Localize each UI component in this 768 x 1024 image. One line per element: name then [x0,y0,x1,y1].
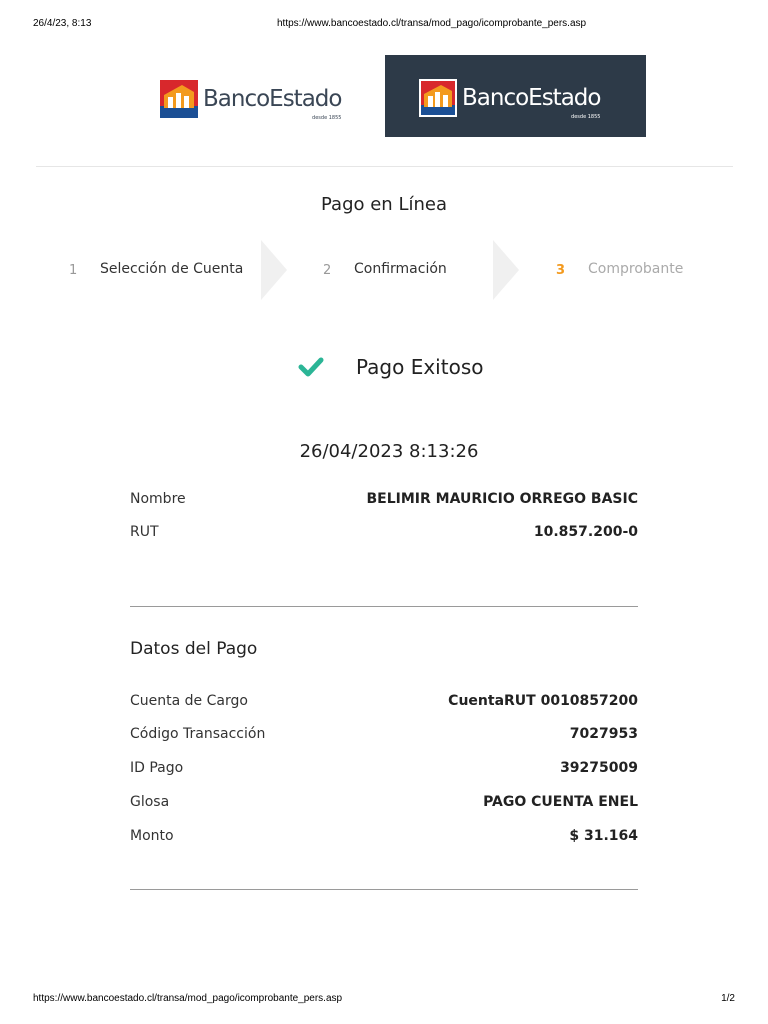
step-number: 1 [69,263,78,278]
client-name-label: Nombre [130,491,186,507]
payment-row-label: Monto [130,828,174,844]
section-divider [130,606,638,607]
payment-row-value: CuentaRUT 0010857200 [448,693,638,709]
brand-tagline: desde 1855 [312,115,342,121]
step-number: 2 [323,263,332,278]
print-url: https://www.bancoestado.cl/transa/mod_pa… [277,18,587,29]
print-page-number: 1/2 [721,993,735,1004]
payment-row-label: Glosa [130,794,170,810]
status-text: Pago Exitoso [356,355,484,379]
payment-row-value: 39275009 [560,760,638,776]
header-divider [36,166,733,167]
bancoestado-logo-light: BancoEstado desde 1855 [160,78,342,121]
client-rut-value: 10.857.200-0 [533,524,638,540]
page-title: Pago en Línea [321,194,447,215]
bancoestado-emblem-icon [419,79,457,117]
step-label: Selección de Cuenta [100,261,244,277]
section-divider [130,889,638,890]
payment-row-label: ID Pago [130,760,184,776]
brand-name: BancoEstado [462,85,601,111]
bancoestado-logo-dark: BancoEstado desde 1855 [419,77,601,120]
transaction-timestamp: 26/04/2023 8:13:26 [299,441,479,462]
brand-tagline: desde 1855 [571,114,601,120]
step-arrow-icon [493,240,519,300]
payment-row-label: Cuenta de Cargo [130,693,248,709]
brand-name: BancoEstado [203,86,342,112]
payment-section-title: Datos del Pago [130,639,258,659]
payment-row-value: PAGO CUENTA ENEL [483,794,638,810]
bancoestado-emblem-icon [160,80,198,118]
print-footer-url: https://www.bancoestado.cl/transa/mod_pa… [33,993,343,1004]
client-name-value: BELIMIR MAURICIO ORREGO BASIC [366,491,638,507]
payment-row-value: $ 31.164 [569,828,638,844]
step-number-active: 3 [556,263,566,278]
check-icon [298,357,324,377]
payment-row-value: 7027953 [569,726,638,742]
stepper: 1 Selección de Cuenta 2 Confirmación 3 C… [0,238,768,300]
client-rut-label: RUT [130,524,159,540]
step-label: Confirmación [354,261,447,277]
print-datetime: 26/4/23, 8:13 [33,18,92,29]
step-label-active: Comprobante [588,261,684,277]
payment-row-label: Código Transacción [130,726,266,742]
step-arrow-icon [261,240,287,300]
